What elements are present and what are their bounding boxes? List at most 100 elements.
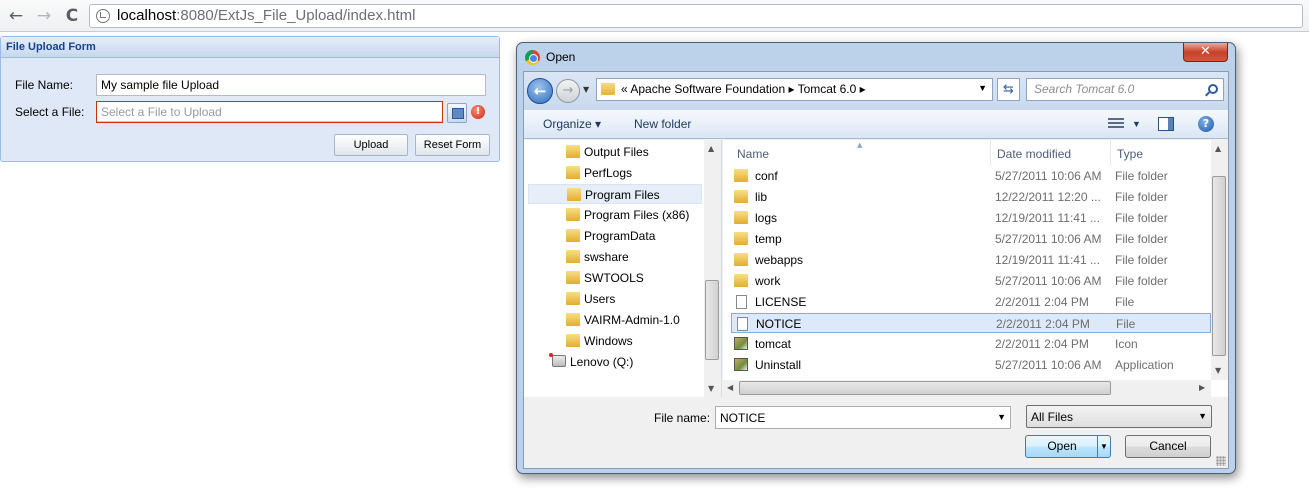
nav-item-label: Lenovo (Q:) [570, 355, 634, 369]
forward-arrow-icon[interactable]: → [33, 5, 55, 27]
chevron-down-icon[interactable]: ▼ [978, 83, 987, 93]
app-icon [734, 358, 748, 371]
nav-scrollbar[interactable]: ▲ ▼ [704, 140, 721, 397]
list-horizontal-scrollbar[interactable]: ◀ ▶ [723, 380, 1211, 397]
reset-form-button[interactable]: Reset Form [415, 134, 490, 156]
file-row[interactable]: lib 12/22/2011 12:20 ... File folder [731, 187, 1211, 207]
file-name: webapps [755, 253, 804, 267]
scroll-thumb[interactable] [1212, 176, 1226, 356]
folder-icon [734, 274, 748, 287]
search-icon[interactable] [1208, 84, 1218, 94]
breadcrumb[interactable]: « Apache Software Foundation ▸ Tomcat 6.… [596, 78, 993, 101]
address-bar[interactable]: localhost:8080/ExtJs_File_Upload/index.h… [89, 4, 1303, 28]
nav-item[interactable]: PerfLogs [528, 163, 702, 183]
scroll-up-icon[interactable]: ▲ [1215, 144, 1221, 153]
dialog-titlebar[interactable]: Open ✕ [517, 43, 1235, 71]
folder-icon [566, 271, 580, 284]
select-file-input[interactable]: Select a File to Upload [96, 101, 443, 123]
scroll-thumb[interactable] [739, 381, 1111, 395]
upload-button[interactable]: Upload [334, 134, 408, 156]
nav-item[interactable]: ProgramData [528, 226, 702, 246]
folder-icon [567, 188, 581, 201]
select-file-label: Select a File: [15, 105, 85, 119]
search-input[interactable]: Search Tomcat 6.0 [1026, 78, 1224, 101]
file-date: 2/2/2011 2:04 PM [995, 337, 1089, 351]
column-name-label: Name [737, 147, 770, 161]
file-type-select[interactable]: All Files ▼ [1026, 405, 1212, 428]
reload-icon[interactable]: C [61, 5, 83, 27]
file-row-selected[interactable]: NOTICE 2/2/2011 2:04 PM File [731, 313, 1211, 333]
folder-icon [566, 250, 580, 263]
file-name: conf [755, 169, 778, 183]
file-date: 12/19/2011 11:41 ... [995, 253, 1100, 267]
file-name-input[interactable]: My sample file Upload [96, 74, 486, 96]
folder-icon [734, 253, 748, 266]
nav-item[interactable]: SWTOOLS [528, 268, 702, 288]
file-row[interactable]: temp 5/27/2011 10:06 AM File folder [731, 229, 1211, 249]
nav-item[interactable]: Output Files [528, 142, 702, 162]
file-name: lib [755, 190, 768, 204]
nav-item-selected[interactable]: Program Files [528, 184, 702, 204]
back-button[interactable]: ← [527, 78, 553, 104]
resize-grip-icon[interactable] [1216, 456, 1226, 466]
back-arrow-icon[interactable]: ← [5, 5, 27, 27]
nav-item-label: swshare [584, 250, 629, 264]
chevron-down-icon[interactable]: ▼ [997, 412, 1006, 422]
list-vertical-scrollbar[interactable]: ▲ ▼ [1211, 140, 1228, 380]
file-name: NOTICE [756, 317, 802, 331]
open-options-dropdown-icon[interactable]: ▼ [1097, 436, 1110, 457]
file-name-field[interactable]: NOTICE ▼ [715, 406, 1011, 429]
file-name: LICENSE [755, 295, 807, 309]
nav-item[interactable]: Lenovo (Q:) [528, 352, 702, 372]
preview-pane-icon[interactable] [1158, 117, 1174, 131]
scroll-down-icon[interactable]: ▼ [1215, 366, 1221, 375]
nav-item-label: SWTOOLS [584, 271, 644, 285]
file-row[interactable]: Uninstall 5/27/2011 10:06 AM Application [731, 355, 1211, 375]
scroll-up-icon[interactable]: ▲ [708, 144, 714, 153]
nav-item[interactable]: Program Files (x86) [528, 205, 702, 225]
history-dropdown-icon[interactable]: ▼ [583, 85, 589, 94]
file-name: tomcat [755, 337, 792, 351]
file-name-label: File Name: [15, 78, 74, 92]
nav-item-label: Users [584, 292, 616, 306]
chevron-down-icon[interactable]: ▼ [1198, 411, 1207, 421]
nav-item[interactable]: VAIRM-Admin-1.0 [528, 310, 702, 330]
sort-ascending-icon: ▲ [857, 141, 863, 149]
close-button[interactable]: ✕ [1183, 43, 1228, 62]
nav-item[interactable]: Users [528, 289, 702, 309]
folder-icon [566, 145, 580, 158]
column-header-date[interactable]: Date modified [991, 140, 1111, 165]
views-dropdown-icon[interactable]: ▼ [1132, 119, 1141, 129]
new-folder-button[interactable]: New folder [634, 117, 691, 131]
file-row[interactable]: LICENSE 2/2/2011 2:04 PM File [731, 292, 1211, 312]
file-row[interactable]: tomcat 2/2/2011 2:04 PM Icon [731, 334, 1211, 354]
breadcrumb-path[interactable]: « Apache Software Foundation ▸ Tomcat 6.… [621, 82, 866, 96]
url-text: localhost:8080/ExtJs_File_Upload/index.h… [117, 7, 416, 24]
page-info-icon[interactable] [96, 9, 110, 23]
browser-toolbar: ← → C localhost:8080/ExtJs_File_Upload/i… [0, 0, 1309, 32]
scroll-right-icon[interactable]: ▶ [1199, 383, 1205, 392]
file-row[interactable]: work 5/27/2011 10:06 AM File folder [731, 271, 1211, 291]
cancel-button[interactable]: Cancel [1125, 435, 1211, 458]
file-row[interactable]: webapps 12/19/2011 11:41 ... File folder [731, 250, 1211, 270]
forward-button[interactable]: → [556, 79, 580, 103]
help-icon[interactable]: ? [1198, 116, 1214, 132]
nav-item[interactable]: swshare [528, 247, 702, 267]
file-row[interactable]: conf 5/27/2011 10:06 AM File folder [731, 166, 1211, 186]
scroll-left-icon[interactable]: ◀ [727, 383, 733, 392]
file-type: File folder [1115, 274, 1168, 288]
open-button[interactable]: Open ▼ [1025, 435, 1111, 458]
scroll-thumb[interactable] [705, 280, 719, 360]
organize-button[interactable]: Organize ▾ [543, 117, 601, 131]
file-upload-form: File Upload Form File Name: My sample fi… [0, 36, 500, 162]
views-icon[interactable] [1108, 118, 1124, 130]
file-row[interactable]: logs 12/19/2011 11:41 ... File folder [731, 208, 1211, 228]
folder-icon [566, 334, 580, 347]
scroll-down-icon[interactable]: ▼ [708, 384, 714, 393]
nav-item[interactable]: Windows [528, 331, 702, 351]
file-date: 12/22/2011 12:20 ... [995, 190, 1101, 204]
column-header-type[interactable]: Type [1111, 140, 1211, 165]
refresh-button[interactable]: ⇆ [997, 78, 1020, 101]
file-type: File folder [1115, 232, 1168, 246]
browse-file-button[interactable] [447, 103, 467, 123]
